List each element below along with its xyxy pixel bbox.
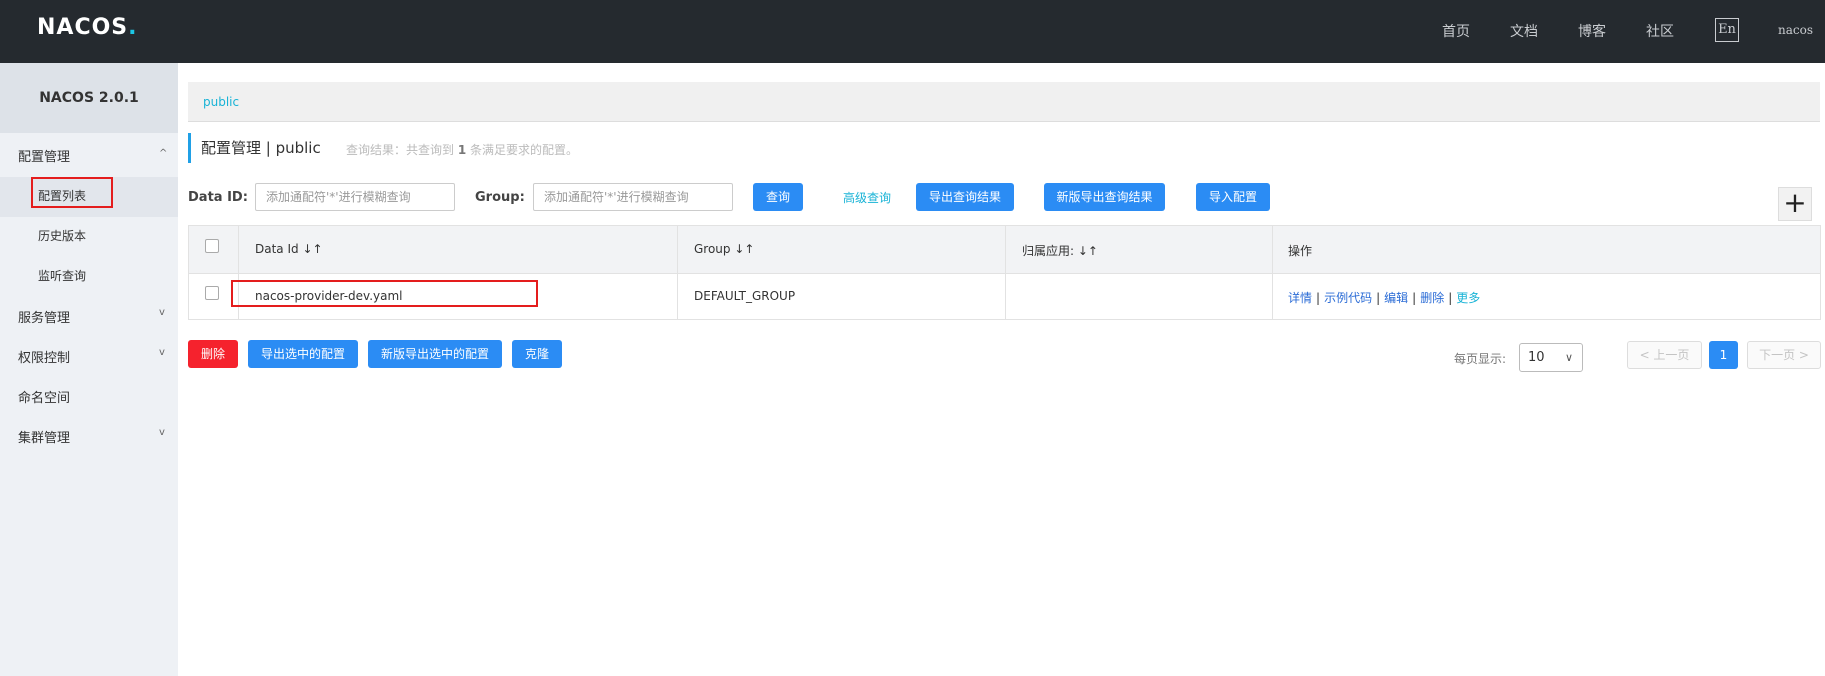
chevron-down-icon: v <box>159 427 165 438</box>
row-checkbox[interactable] <box>205 286 219 300</box>
edit-link[interactable]: 编辑 <box>1384 291 1408 305</box>
sort-icon[interactable]: ↓↑ <box>302 242 322 256</box>
export-selected-new-button[interactable]: 新版导出选中的配置 <box>368 340 502 368</box>
more-link[interactable]: 更多 <box>1456 291 1480 305</box>
add-config-button[interactable]: + <box>1778 187 1812 221</box>
page-title: 配置管理 | public <box>188 133 321 163</box>
sidebar-item-namespace[interactable]: 命名空间 <box>18 387 70 406</box>
namespace-public-link[interactable]: public <box>203 95 239 109</box>
column-divider <box>1272 226 1273 320</box>
export-results-new-button[interactable]: 新版导出查询结果 <box>1044 183 1165 211</box>
next-page-button[interactable]: 下一页 > <box>1747 341 1821 369</box>
chevron-down-icon: ∨ <box>1564 351 1573 364</box>
sidebar: NACOS 2.0.1 配置管理 ^ 配置列表 历史版本 监听查询 服务管理 v… <box>0 63 178 676</box>
advanced-query-link[interactable]: 高级查询 <box>843 189 891 206</box>
page-size-select[interactable]: 10 ∨ <box>1519 343 1583 372</box>
select-all-checkbox[interactable] <box>205 239 219 253</box>
import-config-button[interactable]: 导入配置 <box>1196 183 1270 211</box>
query-button[interactable]: 查询 <box>753 183 803 211</box>
header-operations: 操作 <box>1288 244 1313 258</box>
row-operations: 详情 | 示例代码 | 编辑 | 删除 | 更多 <box>1288 291 1481 305</box>
sort-icon[interactable]: ↓↑ <box>1078 244 1098 258</box>
details-link[interactable]: 详情 <box>1288 291 1312 305</box>
dataid-label: Data ID: <box>188 190 248 205</box>
clone-button[interactable]: 克隆 <box>512 340 562 368</box>
nav-docs-link[interactable]: 文档 <box>1510 21 1538 41</box>
group-label: Group: <box>475 190 525 205</box>
nav-community-link[interactable]: 社区 <box>1646 21 1674 41</box>
sort-icon[interactable]: ↓↑ <box>734 242 754 256</box>
highlight-box-data-id <box>231 280 538 307</box>
group-search-input[interactable] <box>533 183 733 211</box>
header-data-id[interactable]: Data Id ↓↑ <box>255 242 323 256</box>
sidebar-item-config-management[interactable]: 配置管理 <box>18 146 70 165</box>
config-table: Data Id ↓↑ Group ↓↑ 归属应用: ↓↑ 操作 nacos-pr… <box>188 225 1821 320</box>
prev-page-button[interactable]: < 上一页 <box>1627 341 1702 369</box>
page-1-button[interactable]: 1 <box>1709 341 1738 369</box>
header-group[interactable]: Group ↓↑ <box>694 242 754 256</box>
page-size-label: 每页显示: <box>1454 352 1507 366</box>
nacos-logo[interactable]: NACOS. <box>37 15 138 40</box>
delete-link[interactable]: 删除 <box>1420 291 1444 305</box>
row-group: DEFAULT_GROUP <box>694 289 796 303</box>
sidebar-title: NACOS 2.0.1 <box>0 63 178 133</box>
top-navbar: NACOS. 首页 文档 博客 社区 En nacos <box>0 0 1825 63</box>
nav-home-link[interactable]: 首页 <box>1442 21 1470 41</box>
highlight-box-config-list <box>31 177 113 208</box>
delete-selected-button[interactable]: 删除 <box>188 340 238 368</box>
export-results-button[interactable]: 导出查询结果 <box>916 183 1014 211</box>
sample-code-link[interactable]: 示例代码 <box>1324 291 1372 305</box>
query-result-text: 查询结果：共查询到 1 条满足要求的配置。 <box>346 143 579 157</box>
header-app[interactable]: 归属应用: ↓↑ <box>1022 242 1098 259</box>
user-menu[interactable]: nacos <box>1778 23 1813 37</box>
namespace-bar: public <box>188 82 1820 122</box>
chevron-down-icon: v <box>159 347 165 358</box>
nav-blog-link[interactable]: 博客 <box>1578 21 1606 41</box>
sidebar-item-cluster-management[interactable]: 集群管理 <box>18 427 70 446</box>
column-divider <box>677 226 678 320</box>
chevron-up-icon: ^ <box>159 148 168 159</box>
dataid-search-input[interactable] <box>255 183 455 211</box>
sidebar-item-service-management[interactable]: 服务管理 <box>18 307 70 326</box>
sidebar-item-permission-control[interactable]: 权限控制 <box>18 347 70 366</box>
language-switch-button[interactable]: En <box>1715 18 1739 42</box>
chevron-down-icon: v <box>159 307 165 318</box>
sidebar-item-history[interactable]: 历史版本 <box>38 227 86 244</box>
column-divider <box>1005 226 1006 320</box>
export-selected-button[interactable]: 导出选中的配置 <box>248 340 358 368</box>
sidebar-item-listener-query[interactable]: 监听查询 <box>38 267 86 284</box>
